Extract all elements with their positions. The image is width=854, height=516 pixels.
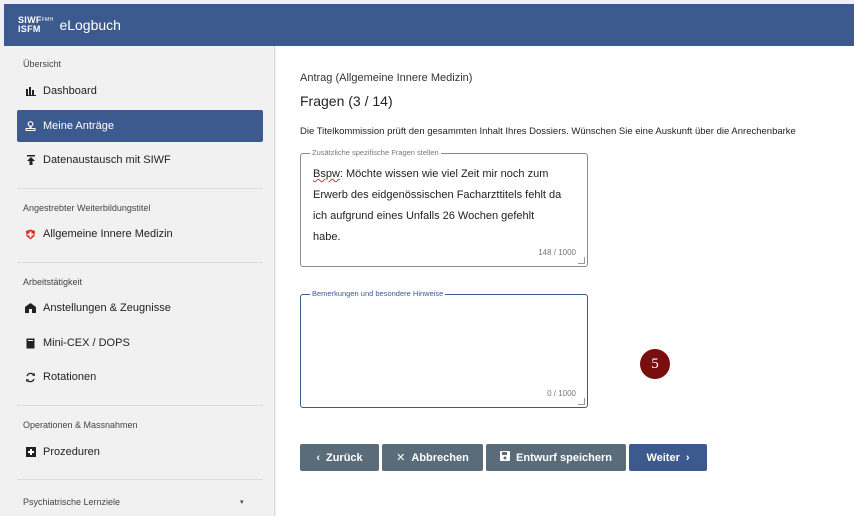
char-counter: 0 / 1000 [547,389,576,398]
textarea-value: : Möchte wissen wie viel Zeit mir noch z… [313,168,562,243]
save-draft-button-label: Entwurf speichern [516,451,612,464]
sidebar-item-label: Dashboard [43,85,97,97]
stamp-icon [25,120,36,132]
chevron-down-icon[interactable]: ▾ [240,498,244,506]
sidebar-item-allgemeine-innere-medizin[interactable]: Allgemeine Innere Medizin [17,218,263,250]
upload-icon [25,155,36,166]
section-psych-title[interactable]: Psychiatrische Lernziele [4,497,120,507]
section-work-title: Arbeitstätigkeit [23,277,83,287]
sidebar-item-anstellungen[interactable]: Anstellungen & Zeugnisse [17,292,263,324]
back-button-label: Zurück [325,451,363,464]
chart-icon [25,86,36,97]
cancel-button-label: Abbrechen [411,451,469,464]
misspelled-word: Bspw [313,168,340,180]
next-button[interactable]: Weiter › [629,444,707,471]
swiss-flag-icon [25,229,36,240]
book-icon [25,338,36,349]
additional-questions-field[interactable]: Zusätzliche spezifische Fragen stellen B… [300,148,588,267]
rotate-icon [25,372,36,383]
close-icon: ✕ [396,452,406,464]
plus-square-icon [25,447,36,458]
page-title: Fragen (3 / 14) [300,93,393,109]
sidebar-divider [17,479,263,480]
sidebar-divider [17,262,263,263]
sidebar-item-prozeduren[interactable]: Prozeduren [17,436,263,468]
app-title: eLogbuch [59,17,121,33]
sidebar-item-label: Datenaustausch mit SIWF [43,154,171,166]
additional-questions-textarea[interactable]: Bspw: Möchte wissen wie viel Zeit mir no… [313,164,563,248]
sidebar-item-rotationen[interactable]: Rotationen [17,361,263,393]
sidebar-item-dashboard[interactable]: Dashboard [17,75,263,107]
resize-handle[interactable] [578,257,585,264]
cancel-button[interactable]: ✕ Abbrechen [382,444,483,471]
section-overview-title: Übersicht [23,59,62,69]
sidebar-item-label: Meine Anträge [43,120,114,132]
save-draft-button[interactable]: Entwurf speichern [486,444,626,471]
sidebar-item-label: Rotationen [43,371,97,383]
field-label: Zusätzliche spezifische Fragen stellen [310,148,441,157]
section-ops-title: Operationen & Massnahmen [23,420,138,430]
building-icon [25,303,36,314]
chevron-right-icon: › [685,451,690,464]
next-button-label: Weiter [646,451,680,464]
intro-text: Die Titelkommission prüft den gesammten … [300,126,796,137]
field-label: Bemerkungen und besondere Hinweise [310,289,446,298]
main-content: Antrag (Allgemeine Innere Medizin) Frage… [276,46,854,516]
top-bar: SIWFFMH ISFM eLogbuch [4,4,854,46]
char-counter: 148 / 1000 [538,248,576,257]
sidebar-item-label: Allgemeine Innere Medizin [43,228,173,240]
remarks-field[interactable]: Bemerkungen und besondere Hinweise 0 / 1… [300,289,588,408]
back-button[interactable]: ‹ Zurück [300,444,379,471]
sidebar-item-meine-antraege[interactable]: Meine Anträge [17,110,263,142]
resize-handle[interactable] [578,398,585,405]
sidebar: Übersicht Dashboard Meine Anträge Datena… [4,46,275,516]
sidebar-item-label: Mini-CEX / DOPS [43,337,130,349]
siwf-logo-mark: SIWFFMH ISFM [18,15,54,34]
chevron-left-icon: ‹ [316,451,320,464]
sidebar-item-label: Anstellungen & Zeugnisse [43,302,171,314]
save-icon [500,451,511,464]
sidebar-divider [17,405,263,406]
breadcrumb: Antrag (Allgemeine Innere Medizin) [300,72,473,84]
section-title-title: Angestrebter Weiterbildungstitel [23,203,151,213]
sidebar-item-datenaustausch[interactable]: Datenaustausch mit SIWF [17,144,263,176]
sidebar-divider [17,188,263,189]
sidebar-item-minicex[interactable]: Mini-CEX / DOPS [17,327,263,359]
app-logo[interactable]: SIWFFMH ISFM eLogbuch [18,16,121,34]
step-badge: 5 [640,349,670,379]
sidebar-item-label: Prozeduren [43,446,100,458]
